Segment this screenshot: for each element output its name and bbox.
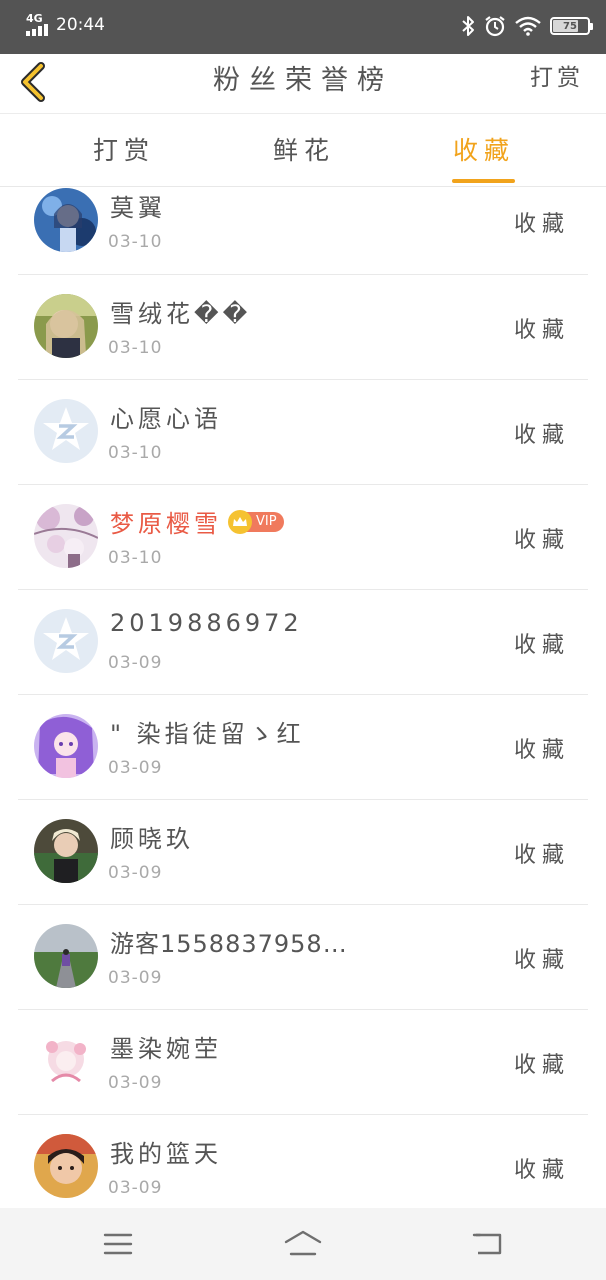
- back-icon: [472, 1233, 502, 1255]
- fan-date: 03-09: [108, 968, 163, 988]
- battery-icon: 75: [550, 17, 593, 35]
- avatar[interactable]: [34, 188, 98, 252]
- home-icon: [284, 1230, 322, 1256]
- action-label: 收藏: [513, 318, 570, 343]
- menu-button[interactable]: [98, 1228, 138, 1260]
- name-line: 莫翼: [110, 188, 166, 223]
- fan-name: 雪绒花��: [110, 300, 252, 328]
- fan-date: 03-09: [108, 1178, 163, 1198]
- list-item[interactable]: 梦原樱雪 VIP 03-10 收藏: [0, 485, 606, 590]
- tab-reward[interactable]: 打赏: [64, 115, 184, 187]
- action-label: 收藏: [513, 1053, 570, 1078]
- status-bar: 4G 20:44 75: [0, 0, 606, 54]
- action-label: 收藏: [513, 423, 570, 448]
- fan-name: 莫翼: [110, 194, 166, 222]
- avatar[interactable]: [34, 294, 98, 358]
- fan-date: 03-10: [108, 232, 163, 252]
- tab-active-indicator: [452, 179, 515, 183]
- list-item[interactable]: 我的篮天 03-09 收藏: [0, 1115, 606, 1208]
- wifi-icon: [515, 16, 541, 36]
- name-line: 心愿心语: [110, 399, 222, 434]
- tab-label: 收藏: [452, 136, 515, 165]
- fan-date: 03-09: [108, 1073, 163, 1093]
- fan-date: 03-10: [108, 338, 163, 358]
- fan-name: 顾晓玖: [110, 825, 194, 853]
- battery-level: 75: [563, 20, 577, 32]
- avatar[interactable]: [34, 819, 98, 883]
- fan-date: 03-09: [108, 653, 163, 673]
- name-line: 游客1558837958…: [110, 924, 348, 959]
- status-left: 4G 20:44: [26, 12, 105, 36]
- name-line: 雪绒花��: [110, 294, 251, 329]
- fan-name: 墨染婉茔: [110, 1035, 222, 1063]
- avatar[interactable]: [34, 504, 98, 568]
- action-label: 收藏: [513, 738, 570, 763]
- avatar[interactable]: [34, 399, 98, 463]
- tab-bar: 打赏 鲜花 收藏: [0, 115, 606, 187]
- list-item[interactable]: 心愿心语 03-10 收藏: [0, 380, 606, 485]
- fan-name: 梦原樱雪: [110, 510, 222, 538]
- home-button[interactable]: [283, 1228, 323, 1260]
- fan-name: 心愿心语: [110, 405, 222, 433]
- avatar[interactable]: [34, 609, 98, 673]
- avatar[interactable]: [34, 1134, 98, 1198]
- status-right: 75: [461, 15, 593, 37]
- back-nav-button[interactable]: [468, 1228, 508, 1260]
- action-label: 收藏: [513, 633, 570, 658]
- list-item[interactable]: 2019886972 03-09 收藏: [0, 590, 606, 695]
- fan-name: " 染指徒留ゝ红: [110, 720, 305, 748]
- action-label: 收藏: [513, 528, 570, 553]
- fan-list[interactable]: 莫翼 03-10 收藏 雪绒花�� 03-10 收藏 心愿心语 03-10 收藏…: [0, 188, 606, 1208]
- tab-label: 鲜花: [272, 136, 335, 165]
- list-item[interactable]: 游客1558837958… 03-09 收藏: [0, 905, 606, 1010]
- name-line: 我的篮天: [110, 1134, 222, 1169]
- network-type: 4G: [26, 12, 43, 25]
- signal-icon: 4G: [26, 12, 50, 36]
- fan-date: 03-10: [108, 443, 163, 463]
- action-label: 收藏: [513, 948, 570, 973]
- action-label: 收藏: [513, 212, 570, 237]
- fan-date: 03-09: [108, 758, 163, 778]
- name-line: 2019886972: [110, 609, 303, 637]
- crown-icon: [228, 509, 252, 534]
- fan-name: 游客1558837958…: [110, 930, 348, 958]
- list-item[interactable]: 墨染婉茔 03-09 收藏: [0, 1010, 606, 1115]
- vip-badge: VIP: [228, 509, 284, 534]
- status-time: 20:44: [56, 15, 105, 35]
- name-line: " 染指徒留ゝ红: [110, 714, 305, 749]
- fan-name: 我的篮天: [110, 1140, 222, 1168]
- tab-collections[interactable]: 收藏: [424, 115, 544, 187]
- fan-date: 03-10: [108, 548, 163, 568]
- fan-date: 03-09: [108, 863, 163, 883]
- menu-icon: [103, 1233, 133, 1255]
- title-bar: 粉丝荣誉榜 打赏: [0, 54, 606, 114]
- reward-button[interactable]: 打赏: [530, 58, 584, 92]
- system-nav-bar: [0, 1208, 606, 1280]
- name-line: 顾晓玖: [110, 819, 194, 854]
- action-label: 收藏: [513, 1158, 570, 1183]
- tab-flowers[interactable]: 鲜花: [244, 115, 364, 187]
- name-line: 梦原樱雪 VIP: [110, 504, 284, 539]
- list-item[interactable]: 雪绒花�� 03-10 收藏: [0, 275, 606, 380]
- page-title: 粉丝荣誉榜: [213, 65, 393, 96]
- list-item[interactable]: 顾晓玖 03-09 收藏: [0, 800, 606, 905]
- action-label: 收藏: [513, 843, 570, 868]
- bluetooth-icon: [462, 16, 474, 36]
- tab-label: 打赏: [92, 136, 155, 165]
- vip-label: VIP: [256, 514, 277, 529]
- avatar[interactable]: [34, 1029, 98, 1093]
- name-line: 墨染婉茔: [110, 1029, 222, 1064]
- list-item[interactable]: 莫翼 03-10 收藏: [0, 188, 606, 275]
- alarm-icon: [485, 16, 505, 37]
- avatar[interactable]: [34, 924, 98, 988]
- avatar[interactable]: [34, 714, 98, 778]
- list-item[interactable]: " 染指徒留ゝ红 03-09 收藏: [0, 695, 606, 800]
- fan-name: 2019886972: [110, 609, 303, 637]
